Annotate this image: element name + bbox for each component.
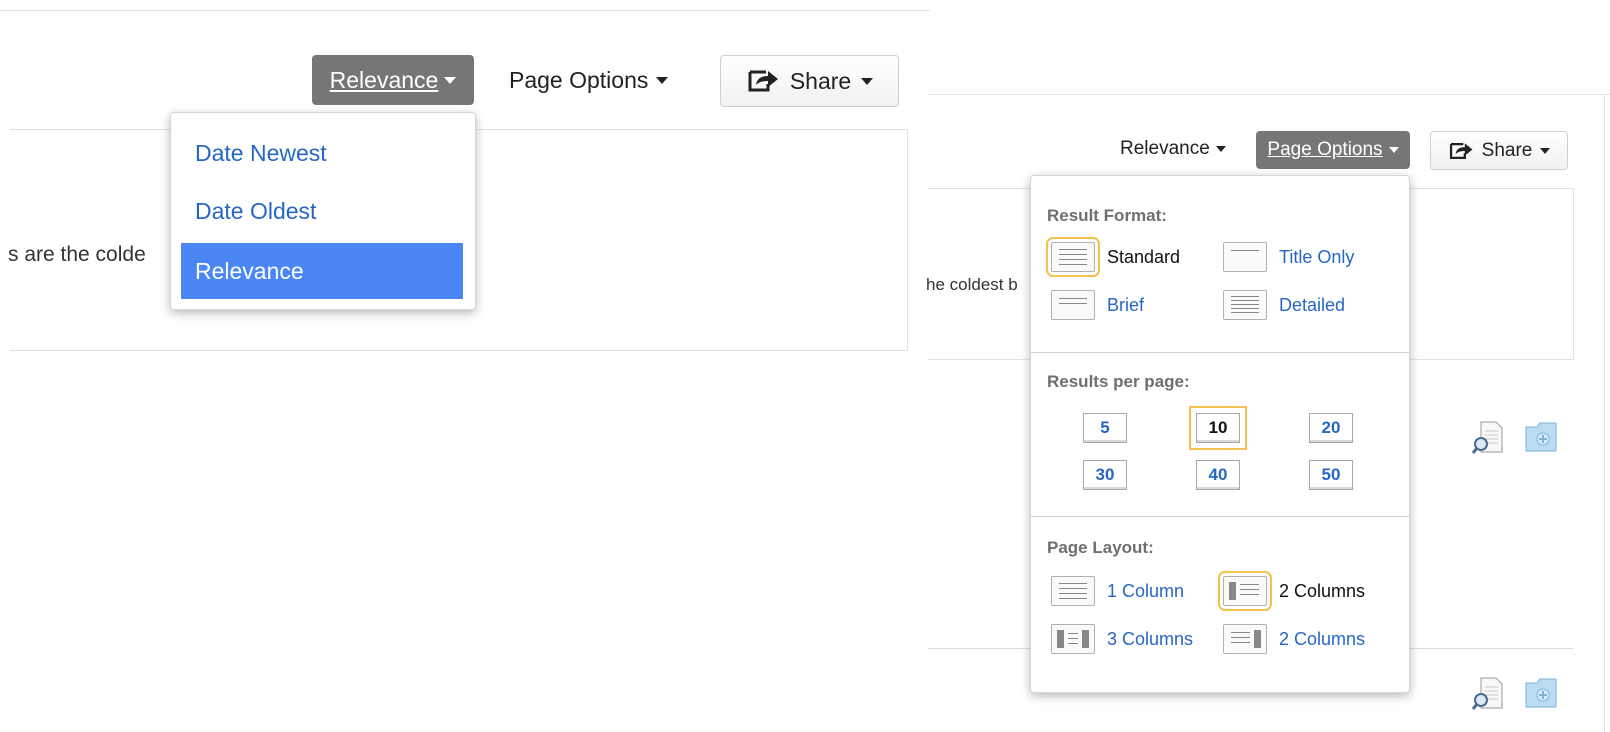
layout-label: 3 Columns xyxy=(1107,628,1194,649)
sort-button-label: Relevance xyxy=(329,66,439,93)
caret-down-icon xyxy=(861,77,874,85)
layout-label: 1 Column xyxy=(1107,580,1185,601)
sort-button[interactable]: Relevance xyxy=(1120,135,1226,163)
two-column-right-layout-icon xyxy=(1223,624,1267,654)
divider xyxy=(0,10,930,11)
format-label: Brief xyxy=(1107,294,1145,315)
per-page-50[interactable]: 50 xyxy=(1309,460,1353,490)
per-page-40[interactable]: 40 xyxy=(1196,460,1240,490)
share-icon xyxy=(1449,142,1473,159)
add-to-folder-icon[interactable] xyxy=(1525,675,1557,709)
three-column-layout-icon xyxy=(1051,624,1095,654)
sort-button-label: Relevance xyxy=(1120,138,1210,159)
caret-down-icon xyxy=(444,76,457,84)
caret-down-icon xyxy=(1388,147,1399,153)
format-label: Standard xyxy=(1107,246,1181,267)
detailed-format-icon xyxy=(1223,290,1267,320)
caret-down-icon xyxy=(656,76,669,84)
format-title-only[interactable]: Title Only xyxy=(1223,242,1354,272)
per-page-20[interactable]: 20 xyxy=(1309,413,1353,443)
format-brief[interactable]: Brief xyxy=(1051,290,1144,320)
page-options-label: Page Options xyxy=(509,66,649,93)
brief-format-icon xyxy=(1051,290,1095,320)
title-only-format-icon xyxy=(1223,242,1267,272)
one-column-layout-icon xyxy=(1051,576,1095,606)
share-icon xyxy=(748,70,778,92)
result-snippet: s are the colde xyxy=(8,243,146,266)
layout-2-columns-right[interactable]: 2 Columns xyxy=(1223,624,1365,654)
add-to-folder-icon[interactable] xyxy=(1525,419,1557,453)
result-snippet: he coldest b xyxy=(926,275,1018,294)
layout-label: 2 Columns xyxy=(1279,580,1366,601)
two-column-layout-icon xyxy=(1218,571,1272,611)
result-format-title: Result Format: xyxy=(1047,206,1167,225)
divider xyxy=(1604,94,1605,732)
share-label: Share xyxy=(789,67,852,94)
sort-option-date-newest[interactable]: Date Newest xyxy=(181,125,463,181)
format-label: Detailed xyxy=(1279,294,1346,315)
page-options-button[interactable]: Page Options xyxy=(509,63,669,97)
per-page-5[interactable]: 5 xyxy=(1083,413,1127,443)
layout-1-column[interactable]: 1 Column xyxy=(1051,576,1184,606)
page-options-menu: Result Format: Standard Title Only Brief… xyxy=(1030,175,1410,693)
sort-menu: Date Newest Date Oldest Relevance xyxy=(170,112,476,310)
layout-label: 2 Columns xyxy=(1279,628,1366,649)
share-button[interactable]: Share xyxy=(1430,131,1568,170)
page-options-button[interactable]: Page Options xyxy=(1256,131,1410,169)
divider xyxy=(928,94,1610,95)
page-options-label: Page Options xyxy=(1267,139,1383,160)
format-detailed[interactable]: Detailed xyxy=(1223,290,1345,320)
format-label: Title Only xyxy=(1279,246,1355,267)
share-label: Share xyxy=(1481,139,1533,161)
sort-option-relevance[interactable]: Relevance xyxy=(181,243,463,299)
format-standard[interactable]: Standard xyxy=(1046,237,1181,277)
caret-down-icon xyxy=(1215,146,1226,152)
preview-icon[interactable] xyxy=(1472,420,1504,454)
preview-icon[interactable] xyxy=(1472,676,1504,710)
results-per-page-title: Results per page: xyxy=(1047,372,1190,391)
per-page-30[interactable]: 30 xyxy=(1083,460,1127,490)
layout-3-columns[interactable]: 3 Columns xyxy=(1051,624,1193,654)
divider xyxy=(1031,516,1409,517)
standard-format-icon xyxy=(1046,237,1100,277)
per-page-10[interactable]: 10 xyxy=(1189,406,1247,450)
share-button[interactable]: Share xyxy=(720,55,899,107)
divider xyxy=(1031,352,1409,353)
sort-option-date-oldest[interactable]: Date Oldest xyxy=(181,183,463,239)
caret-down-icon xyxy=(1540,147,1551,154)
page-layout-title: Page Layout: xyxy=(1047,538,1154,557)
layout-2-columns[interactable]: 2 Columns xyxy=(1218,571,1366,611)
sort-button[interactable]: Relevance xyxy=(312,55,474,105)
